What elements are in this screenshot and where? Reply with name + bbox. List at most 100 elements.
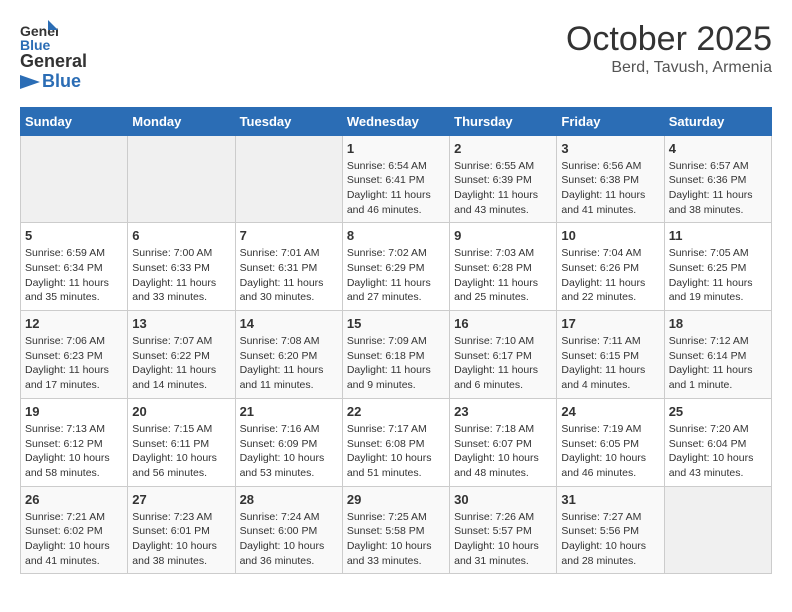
day-info: Sunrise: 7:21 AMSunset: 6:02 PMDaylight:… (25, 510, 123, 569)
day-info: Sunrise: 7:05 AMSunset: 6:25 PMDaylight:… (669, 246, 767, 305)
day-info: Sunrise: 7:26 AMSunset: 5:57 PMDaylight:… (454, 510, 552, 569)
day-info: Sunrise: 7:04 AMSunset: 6:26 PMDaylight:… (561, 246, 659, 305)
calendar-cell: 2Sunrise: 6:55 AMSunset: 6:39 PMDaylight… (450, 135, 557, 223)
calendar-cell: 23Sunrise: 7:18 AMSunset: 6:07 PMDayligh… (450, 398, 557, 486)
calendar-cell: 17 Sunrise: 7:11 AMSunset: 6:15 PMDayligh… (557, 311, 664, 399)
svg-text:Blue: Blue (20, 37, 51, 52)
day-number: 10 (561, 228, 659, 243)
calendar-cell: 3 Sunrise: 6:56 AMSunset: 6:38 PMDaylight… (557, 135, 664, 223)
calendar-cell: 10 Sunrise: 7:04 AMSunset: 6:26 PMDayligh… (557, 223, 664, 311)
day-info: Sunrise: 7:15 AMSunset: 6:11 PMDaylight:… (132, 422, 230, 481)
day-info: Sunrise: 7:01 AMSunset: 6:31 PMDaylight:… (240, 246, 338, 305)
day-info: Sunrise: 7:24 AMSunset: 6:00 PMDaylight:… (240, 510, 338, 569)
calendar-week-row: 26 Sunrise: 7:21 AMSunset: 6:02 PMDayligh… (21, 486, 772, 574)
calendar-cell: 25 Sunrise: 7:20 AMSunset: 6:04 PMDayligh… (664, 398, 771, 486)
day-info: Sunrise: 7:11 AMSunset: 6:15 PMDaylight:… (561, 334, 659, 393)
day-info: Sunrise: 6:56 AMSunset: 6:38 PMDaylight:… (561, 159, 659, 218)
day-number: 3 (561, 141, 659, 156)
col-monday: Monday (128, 107, 235, 135)
day-info: Sunrise: 7:03 AMSunset: 6:28 PMDaylight:… (454, 246, 552, 305)
page-header: General Blue General Blue October 2025 B… (20, 20, 772, 92)
calendar-cell: 27 Sunrise: 7:23 AMSunset: 6:01 PMDayligh… (128, 486, 235, 574)
day-number: 19 (25, 404, 123, 419)
day-info: Sunrise: 7:10 AMSunset: 6:17 PMDaylight:… (454, 334, 552, 393)
calendar-week-row: 1Sunrise: 6:54 AMSunset: 6:41 PMDaylight… (21, 135, 772, 223)
calendar-cell (128, 135, 235, 223)
day-number: 9 (454, 228, 552, 243)
calendar-cell: 8 Sunrise: 7:02 AMSunset: 6:29 PMDaylight… (342, 223, 449, 311)
day-number: 11 (669, 228, 767, 243)
calendar-subtitle: Berd, Tavush, Armenia (566, 59, 772, 77)
day-number: 12 (25, 316, 123, 331)
day-info: Sunrise: 6:57 AMSunset: 6:36 PMDaylight:… (669, 159, 767, 218)
day-info: Sunrise: 7:13 AMSunset: 6:12 PMDaylight:… (25, 422, 123, 481)
calendar-cell: 16 Sunrise: 7:10 AMSunset: 6:17 PMDayligh… (450, 311, 557, 399)
day-info: Sunrise: 7:27 AMSunset: 5:56 PMDaylight:… (561, 510, 659, 569)
day-number: 18 (669, 316, 767, 331)
calendar-cell: 4 Sunrise: 6:57 AMSunset: 6:36 PMDaylight… (664, 135, 771, 223)
calendar-cell: 15 Sunrise: 7:09 AMSunset: 6:18 PMDayligh… (342, 311, 449, 399)
day-number: 26 (25, 492, 123, 507)
day-number: 4 (669, 141, 767, 156)
day-info: Sunrise: 7:07 AMSunset: 6:22 PMDaylight:… (132, 334, 230, 393)
day-number: 25 (669, 404, 767, 419)
day-info: Sunrise: 7:00 AMSunset: 6:33 PMDaylight:… (132, 246, 230, 305)
day-info: Sunrise: 7:25 AMSunset: 5:58 PMDaylight:… (347, 510, 445, 569)
calendar-cell: 12 Sunrise: 7:06 AMSunset: 6:23 PMDayligh… (21, 311, 128, 399)
col-tuesday: Tuesday (235, 107, 342, 135)
day-number: 20 (132, 404, 230, 419)
day-number: 7 (240, 228, 338, 243)
logo-general: General (20, 52, 87, 72)
day-number: 24 (561, 404, 659, 419)
calendar-week-row: 5Sunrise: 6:59 AMSunset: 6:34 PMDaylight… (21, 223, 772, 311)
day-number: 8 (347, 228, 445, 243)
logo-icon: General Blue (20, 20, 58, 52)
day-info: Sunrise: 7:12 AMSunset: 6:14 PMDaylight:… (669, 334, 767, 393)
logo-flag-icon (20, 75, 40, 89)
calendar-title: October 2025 (566, 20, 772, 59)
calendar-cell: 13Sunrise: 7:07 AMSunset: 6:22 PMDayligh… (128, 311, 235, 399)
calendar-cell: 29Sunrise: 7:25 AMSunset: 5:58 PMDayligh… (342, 486, 449, 574)
calendar-cell: 30Sunrise: 7:26 AMSunset: 5:57 PMDayligh… (450, 486, 557, 574)
calendar-cell: 5Sunrise: 6:59 AMSunset: 6:34 PMDaylight… (21, 223, 128, 311)
col-saturday: Saturday (664, 107, 771, 135)
calendar-cell (21, 135, 128, 223)
calendar-cell: 26 Sunrise: 7:21 AMSunset: 6:02 PMDayligh… (21, 486, 128, 574)
day-number: 21 (240, 404, 338, 419)
calendar-cell (664, 486, 771, 574)
day-info: Sunrise: 7:17 AMSunset: 6:08 PMDaylight:… (347, 422, 445, 481)
calendar-cell: 24Sunrise: 7:19 AMSunset: 6:05 PMDayligh… (557, 398, 664, 486)
day-info: Sunrise: 6:54 AMSunset: 6:41 PMDaylight:… (347, 159, 445, 218)
calendar-week-row: 12 Sunrise: 7:06 AMSunset: 6:23 PMDayligh… (21, 311, 772, 399)
day-info: Sunrise: 7:20 AMSunset: 6:04 PMDaylight:… (669, 422, 767, 481)
logo: General Blue General Blue (20, 20, 87, 92)
day-number: 22 (347, 404, 445, 419)
day-info: Sunrise: 7:08 AMSunset: 6:20 PMDaylight:… (240, 334, 338, 393)
day-number: 27 (132, 492, 230, 507)
calendar-cell: 6Sunrise: 7:00 AMSunset: 6:33 PMDaylight… (128, 223, 235, 311)
day-number: 31 (561, 492, 659, 507)
calendar-cell: 7 Sunrise: 7:01 AMSunset: 6:31 PMDaylight… (235, 223, 342, 311)
day-number: 16 (454, 316, 552, 331)
day-number: 28 (240, 492, 338, 507)
calendar-cell: 11 Sunrise: 7:05 AMSunset: 6:25 PMDayligh… (664, 223, 771, 311)
calendar-cell: 20 Sunrise: 7:15 AMSunset: 6:11 PMDayligh… (128, 398, 235, 486)
day-info: Sunrise: 7:09 AMSunset: 6:18 PMDaylight:… (347, 334, 445, 393)
calendar-cell: 28 Sunrise: 7:24 AMSunset: 6:00 PMDayligh… (235, 486, 342, 574)
calendar-cell: 14Sunrise: 7:08 AMSunset: 6:20 PMDayligh… (235, 311, 342, 399)
day-info: Sunrise: 7:06 AMSunset: 6:23 PMDaylight:… (25, 334, 123, 393)
day-number: 15 (347, 316, 445, 331)
calendar-cell: 1Sunrise: 6:54 AMSunset: 6:41 PMDaylight… (342, 135, 449, 223)
day-number: 2 (454, 141, 552, 156)
calendar-cell: 21Sunrise: 7:16 AMSunset: 6:09 PMDayligh… (235, 398, 342, 486)
calendar-cell: 9 Sunrise: 7:03 AMSunset: 6:28 PMDaylight… (450, 223, 557, 311)
day-info: Sunrise: 7:18 AMSunset: 6:07 PMDaylight:… (454, 422, 552, 481)
calendar-cell: 19 Sunrise: 7:13 AMSunset: 6:12 PMDayligh… (21, 398, 128, 486)
day-info: Sunrise: 7:02 AMSunset: 6:29 PMDaylight:… (347, 246, 445, 305)
col-friday: Friday (557, 107, 664, 135)
day-number: 5 (25, 228, 123, 243)
day-number: 17 (561, 316, 659, 331)
col-sunday: Sunday (21, 107, 128, 135)
day-info: Sunrise: 7:23 AMSunset: 6:01 PMDaylight:… (132, 510, 230, 569)
calendar-cell (235, 135, 342, 223)
